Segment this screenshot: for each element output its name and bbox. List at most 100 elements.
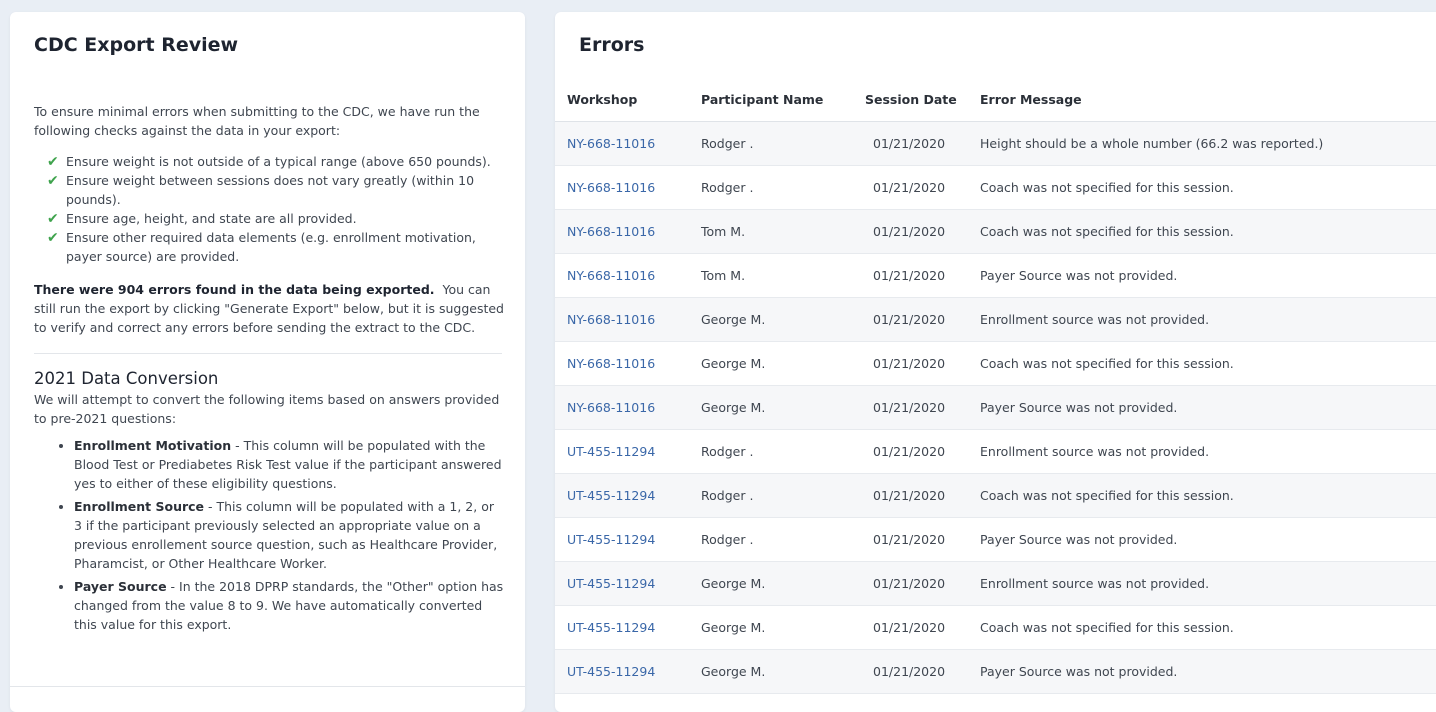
error-message-cell: Coach was not specified for this session… <box>980 605 1436 650</box>
session-date-cell: 01/21/2020 <box>865 121 980 166</box>
errors-panel: Errors Workshop Participant Name Session… <box>555 12 1436 712</box>
error-message-cell: Coach was not specified for this session… <box>980 165 1436 210</box>
participant-cell: Rodger . <box>701 473 865 518</box>
workshop-link[interactable]: NY-668-11016 <box>567 136 655 151</box>
error-message-cell: Height should be a whole number (66.2 wa… <box>980 121 1436 166</box>
conversion-item: Enrollment Source - This column will be … <box>74 497 504 573</box>
conversion-list: Enrollment Motivation - This column will… <box>34 436 504 634</box>
error-message-cell: Coach was not specified for this session… <box>980 209 1436 254</box>
workshop-cell: NY-668-11016 <box>555 209 701 254</box>
workshop-link[interactable]: NY-668-11016 <box>567 356 655 371</box>
conversion-intro: We will attempt to convert the following… <box>34 392 500 426</box>
session-date-cell: 01/21/2020 <box>865 209 980 254</box>
participant-cell: Rodger . <box>701 429 865 474</box>
check-item: ✔ Ensure weight is not outside of a typic… <box>34 152 504 171</box>
workshop-link[interactable]: UT-455-11294 <box>567 576 655 591</box>
error-message-cell: Payer Source was not provided. <box>980 385 1436 430</box>
workshop-link[interactable]: UT-455-11294 <box>567 444 655 459</box>
check-icon: ✔ <box>47 230 59 246</box>
check-text: Ensure other required data elements (e.g… <box>66 230 476 264</box>
workshop-cell: UT-455-11294 <box>555 561 701 606</box>
session-date-cell: 01/21/2020 <box>865 341 980 386</box>
workshop-link[interactable]: NY-668-11016 <box>567 224 655 239</box>
workshop-cell: NY-668-11016 <box>555 297 701 342</box>
table-row: NY-668-11016 George M. 01/21/2020 Payer Sou… <box>555 385 1436 430</box>
session-date-cell: 01/21/2020 <box>865 165 980 210</box>
table-row: NY-668-11016 Rodger . 01/21/2020 Height sho… <box>555 121 1436 166</box>
column-header-participant[interactable]: Participant Name <box>701 78 865 122</box>
check-icon: ✔ <box>47 154 59 170</box>
table-row: UT-455-11294 Rodger . 01/21/2020 Payer Sour… <box>555 517 1436 562</box>
participant-cell: George M. <box>701 341 865 386</box>
participant-cell: Rodger . <box>701 165 865 210</box>
check-item: ✔ Ensure other required data elements (e.… <box>34 228 504 266</box>
session-date-cell: 01/21/2020 <box>865 561 980 606</box>
error-message-cell: Coach was not specified for this session… <box>980 473 1436 518</box>
panel-title: CDC Export Review <box>34 34 239 56</box>
check-text: Ensure weight is not outside of a typica… <box>66 154 491 169</box>
error-message-cell: Payer Source was not provided. <box>980 517 1436 562</box>
session-date-cell: 01/21/2020 <box>865 517 980 562</box>
participant-cell: George M. <box>701 649 865 694</box>
errors-table-body: NY-668-11016 Rodger . 01/21/2020 Height sho… <box>555 121 1436 694</box>
export-review-panel: CDC Export Review To ensure minimal erro… <box>10 12 525 712</box>
participant-cell: George M. <box>701 561 865 606</box>
table-row: UT-455-11294 Rodger . 01/21/2020 Coach was … <box>555 473 1436 518</box>
session-date-cell: 01/21/2020 <box>865 429 980 474</box>
error-summary-bold: There were 904 errors found in the data … <box>34 282 435 297</box>
session-date-cell: 01/21/2020 <box>865 649 980 694</box>
participant-cell: Rodger . <box>701 517 865 562</box>
table-row: UT-455-11294 George M. 01/21/2020 Enrollmen… <box>555 561 1436 606</box>
check-icon: ✔ <box>47 211 59 227</box>
workshop-link[interactable]: NY-668-11016 <box>567 312 655 327</box>
column-header-session-date[interactable]: Session Date <box>865 78 980 122</box>
check-text: Ensure weight between sessions does not … <box>66 173 475 207</box>
session-date-cell: 01/21/2020 <box>865 385 980 430</box>
table-row: NY-668-11016 George M. 01/21/2020 Coach was… <box>555 341 1436 386</box>
session-date-cell: 01/21/2020 <box>865 605 980 650</box>
panel-footer-divider <box>10 686 525 687</box>
conversion-item-label: Enrollment Motivation <box>74 438 232 453</box>
column-header-error-message[interactable]: Error Message <box>980 78 1436 122</box>
error-message-cell: Payer Source was not provided. <box>980 649 1436 694</box>
participant-cell: Tom M. <box>701 209 865 254</box>
table-row: UT-455-11294 Rodger . 01/21/2020 Enrollment… <box>555 429 1436 474</box>
workshop-link[interactable]: UT-455-11294 <box>567 488 655 503</box>
workshop-cell: UT-455-11294 <box>555 429 701 474</box>
workshop-cell: UT-455-11294 <box>555 605 701 650</box>
workshop-cell: UT-455-11294 <box>555 517 701 562</box>
intro-text: To ensure minimal errors when submitting… <box>34 104 480 138</box>
errors-table: Workshop Participant Name Session Date E… <box>555 78 1436 694</box>
workshop-cell: NY-668-11016 <box>555 341 701 386</box>
conversion-title: 2021 Data Conversion <box>34 369 219 388</box>
check-text: Ensure age, height, and state are all pr… <box>66 211 357 226</box>
session-date-cell: 01/21/2020 <box>865 473 980 518</box>
workshop-cell: NY-668-11016 <box>555 385 701 430</box>
workshop-link[interactable]: NY-668-11016 <box>567 180 655 195</box>
participant-cell: George M. <box>701 385 865 430</box>
workshop-cell: UT-455-11294 <box>555 473 701 518</box>
table-row: NY-668-11016 Tom M. 01/21/2020 Payer Source… <box>555 253 1436 298</box>
workshop-link[interactable]: NY-668-11016 <box>567 268 655 283</box>
workshop-link[interactable]: UT-455-11294 <box>567 620 655 635</box>
table-row: NY-668-11016 Tom M. 01/21/2020 Coach was no… <box>555 209 1436 254</box>
error-message-cell: Coach was not specified for this session… <box>980 341 1436 386</box>
workshop-link[interactable]: NY-668-11016 <box>567 400 655 415</box>
check-item: ✔ Ensure age, height, and state are all p… <box>34 209 504 228</box>
error-message-cell: Enrollment source was not provided. <box>980 297 1436 342</box>
error-message-cell: Payer Source was not provided. <box>980 253 1436 298</box>
column-header-workshop[interactable]: Workshop <box>555 78 701 122</box>
workshop-link[interactable]: UT-455-11294 <box>567 664 655 679</box>
session-date-cell: 01/21/2020 <box>865 253 980 298</box>
participant-cell: George M. <box>701 605 865 650</box>
divider <box>34 353 502 354</box>
workshop-link[interactable]: UT-455-11294 <box>567 532 655 547</box>
error-summary: There were 904 errors found in the data … <box>34 280 504 337</box>
conversion-item-label: Payer Source <box>74 579 167 594</box>
error-message-cell: Enrollment source was not provided. <box>980 429 1436 474</box>
workshop-cell: NY-668-11016 <box>555 165 701 210</box>
workshop-cell: UT-455-11294 <box>555 649 701 694</box>
participant-cell: Rodger . <box>701 121 865 166</box>
check-item: ✔ Ensure weight between sessions does not… <box>34 171 504 209</box>
table-row: UT-455-11294 George M. 01/21/2020 Coach was… <box>555 605 1436 650</box>
